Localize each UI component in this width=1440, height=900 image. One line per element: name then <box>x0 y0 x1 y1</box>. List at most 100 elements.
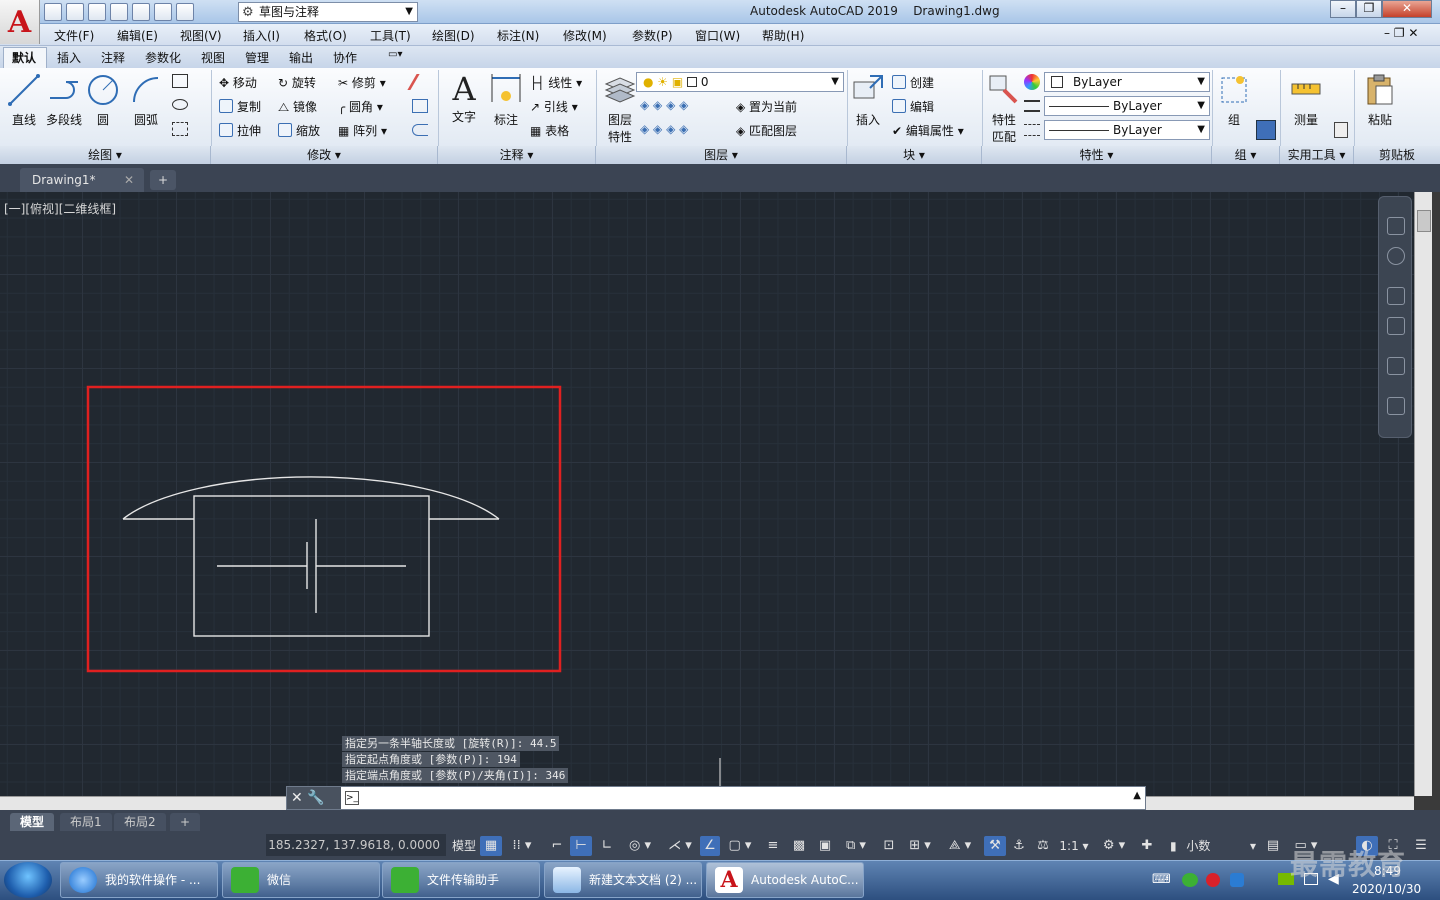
ortho-icon[interactable]: ∟ <box>596 836 618 856</box>
menu-format[interactable]: 格式(O) <box>304 27 347 44</box>
measure-button[interactable]: 测量 <box>1284 72 1328 128</box>
customization-menu-icon[interactable]: ☰ <box>1408 836 1434 856</box>
coordinates-readout[interactable]: 185.2327, 137.9618, 0.0000 <box>266 834 446 856</box>
tab-manage[interactable]: 管理 <box>245 49 269 66</box>
menu-insert[interactable]: 插入(I) <box>243 27 280 44</box>
scrollbar-thumb[interactable] <box>1417 210 1431 232</box>
rectangle-icon[interactable] <box>172 74 188 88</box>
annotation-panel-title[interactable]: 注释 ▾ <box>438 146 596 164</box>
undo-icon[interactable] <box>154 3 172 21</box>
polar-tracking-icon[interactable]: ◎ ▾ <box>620 836 660 856</box>
auto-scale-icon[interactable]: ⚓ <box>1008 836 1030 856</box>
tab-view[interactable]: 视图 <box>201 49 225 66</box>
dynamic-input-icon[interactable]: ⊢ <box>570 836 592 856</box>
menu-view[interactable]: 视图(V) <box>180 27 222 44</box>
hatch-icon[interactable] <box>172 122 188 136</box>
taskbar-item-wechat[interactable]: 微信 <box>222 862 380 898</box>
dynamic-ucs-icon[interactable]: ⊡ <box>878 836 900 856</box>
tab-insert[interactable]: 插入 <box>57 49 81 66</box>
menu-file[interactable]: 文件(F) <box>54 27 94 44</box>
lineweight-toggle-icon[interactable]: ≡ <box>762 836 784 856</box>
lineweight-select[interactable]: ByLayer ▼ <box>1044 96 1210 116</box>
properties-panel-title[interactable]: 特性 ▾ <box>982 146 1212 164</box>
units-select[interactable]: ▮ 小数 ▾ <box>1162 836 1260 856</box>
zoom-icon[interactable] <box>1387 317 1405 335</box>
isodraft-icon[interactable]: ⋌ ▾ <box>662 836 698 856</box>
new-file-icon[interactable] <box>44 3 62 21</box>
mirror-button[interactable]: ⧍ 镜像 <box>278 98 317 115</box>
group-select-toggle-icon[interactable] <box>1256 120 1276 140</box>
menu-tools[interactable]: 工具(T) <box>370 27 411 44</box>
clipboard-panel-title[interactable]: 剪贴板 <box>1354 146 1440 164</box>
circle-button[interactable]: 圆 <box>81 72 125 128</box>
color-wheel-icon[interactable] <box>1024 74 1040 90</box>
trim-button[interactable]: ✂ 修剪 ▾ <box>338 74 386 91</box>
redo-icon[interactable] <box>176 3 194 21</box>
view-cube-icon[interactable] <box>1387 217 1405 235</box>
taskbar-item-autocad[interactable]: A Autodesk AutoC... <box>706 862 864 898</box>
layer-select[interactable]: ● ☀ ▣ 0 ▼ <box>636 72 844 92</box>
utilities-panel-title[interactable]: 实用工具 ▾ <box>1280 146 1354 164</box>
security-shield-icon[interactable] <box>1230 873 1244 887</box>
edit-attributes-button[interactable]: ✔ 编辑属性 ▾ <box>892 122 964 139</box>
insert-block-button[interactable]: 插入 <box>846 72 890 128</box>
text-button[interactable]: A 文字 <box>442 70 486 125</box>
workspace-gear-icon[interactable]: ⚙ ▾ <box>1096 836 1132 856</box>
open-file-icon[interactable] <box>66 3 84 21</box>
workspace-select[interactable]: ⚙ 草图与注释 ▼ <box>238 2 418 22</box>
vertical-scrollbar[interactable] <box>1414 192 1432 796</box>
close-icon[interactable]: ✕ <box>124 168 134 192</box>
selection-filter-icon[interactable]: ⊞ ▾ <box>902 836 938 856</box>
match-layer-button[interactable]: ◈ 匹配图层 <box>736 122 797 139</box>
wechat-tray-icon[interactable] <box>1182 873 1198 887</box>
linear-button[interactable]: ├┤ 线性 ▾ <box>530 74 582 91</box>
tab-parametric[interactable]: 参数化 <box>145 49 181 66</box>
table-button[interactable]: ▦ 表格 <box>530 122 569 139</box>
modify-panel-title[interactable]: 修改 ▾ <box>211 146 438 164</box>
tab-layout1[interactable]: 布局1 <box>60 813 112 831</box>
menu-modify[interactable]: 修改(M) <box>563 27 607 44</box>
edit-block-button[interactable]: 编辑 <box>892 98 934 115</box>
elliptical-arc[interactable] <box>122 476 500 520</box>
menu-parametric[interactable]: 参数(P) <box>632 27 673 44</box>
ellipse-icon[interactable] <box>172 99 188 110</box>
grid-icon[interactable]: ▦ <box>480 836 502 856</box>
menu-draw[interactable]: 绘图(D) <box>432 27 475 44</box>
block-panel-title[interactable]: 块 ▾ <box>847 146 982 164</box>
fillet-button[interactable]: ╭ 圆角 ▾ <box>338 98 383 115</box>
layers-panel-title[interactable]: 图层 ▾ <box>596 146 847 164</box>
keyboard-icon[interactable]: ⌨ <box>1152 872 1171 887</box>
command-input[interactable] <box>365 789 1125 807</box>
gizmo-icon[interactable]: ⟁ ▾ <box>942 836 978 856</box>
annotation-monitor-icon[interactable]: ✚ <box>1136 836 1158 856</box>
layer-tools-row-2[interactable]: ◈ ◈ ◈ ◈ <box>640 122 688 136</box>
command-prompt-icon[interactable]: >_ <box>345 791 359 805</box>
line-button[interactable]: 直线 <box>2 72 46 128</box>
annotation-scale-select[interactable]: 1:1 ▾ <box>1056 836 1092 856</box>
object-snap-tracking-icon[interactable]: ∠ <box>700 836 720 856</box>
taskbar-item-explorer[interactable]: 我的软件操作 - ... <box>60 862 218 898</box>
linetype-icon[interactable] <box>1024 124 1040 136</box>
tab-collaborate[interactable]: 协作 <box>333 49 357 66</box>
clock-date[interactable]: 2020/10/30 <box>1352 882 1421 896</box>
save-as-icon[interactable] <box>110 3 128 21</box>
rotate-button[interactable]: ↻ 旋转 <box>278 74 316 91</box>
3d-osnap-icon[interactable]: ⧉ ▾ <box>838 836 874 856</box>
transparency-icon[interactable]: ▩ <box>788 836 810 856</box>
selection-cycling-icon[interactable]: ▣ <box>812 836 838 856</box>
annotation-visibility-icon[interactable]: ⚒ <box>984 836 1006 856</box>
draw-panel-title[interactable]: 绘图 ▾ <box>0 146 211 164</box>
orbit-icon[interactable] <box>1387 357 1405 375</box>
match-properties-button[interactable]: 特性 匹配 <box>982 72 1026 145</box>
menu-window[interactable]: 窗口(W) <box>695 27 740 44</box>
arc-button[interactable]: 圆弧 <box>124 72 168 128</box>
start-button[interactable] <box>4 862 52 898</box>
menu-help[interactable]: 帮助(H) <box>762 27 804 44</box>
taskbar-item-file-transfer[interactable]: 文件传输助手 <box>382 862 540 898</box>
new-tab-button[interactable]: + <box>150 170 176 190</box>
tab-annotate[interactable]: 注释 <box>101 49 125 66</box>
chevron-up-icon[interactable]: ▲ <box>1133 790 1141 801</box>
set-current-button[interactable]: ◈ 置为当前 <box>736 98 797 115</box>
model-space-button[interactable]: 模型 <box>450 836 478 856</box>
menu-dimension[interactable]: 标注(N) <box>497 27 539 44</box>
